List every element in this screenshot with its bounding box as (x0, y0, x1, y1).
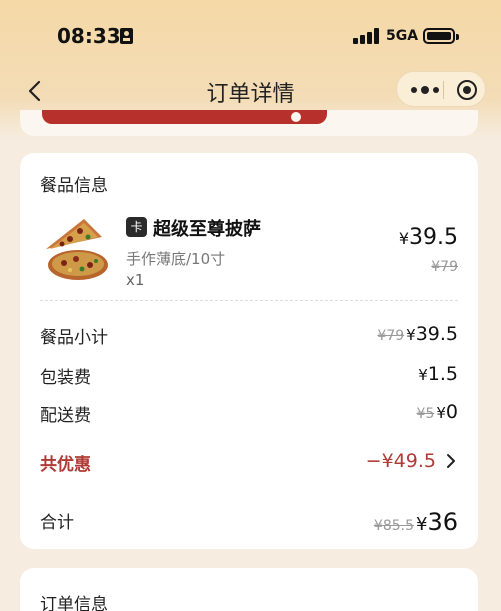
divider (40, 300, 458, 301)
total-value: ¥85.5 ¥36 (374, 508, 458, 536)
status-bar: 08:33 5GA (0, 0, 501, 72)
subtotal-amount: 39.5 (415, 323, 458, 345)
total-label: 合计 (40, 513, 74, 533)
subtotal-value: ¥79 ¥39.5 (377, 323, 458, 345)
total-amount: 36 (427, 508, 458, 536)
chevron-right-icon (447, 454, 455, 468)
delivery-value: ¥5 ¥0 (417, 401, 458, 423)
status-time: 08:33 (57, 24, 121, 48)
battery-icon (423, 28, 459, 44)
discount-value: −¥49.5 (365, 450, 436, 472)
id-card-icon (120, 28, 133, 44)
subtotal-label: 餐品小计 (40, 328, 108, 348)
delivery-original: ¥5 (416, 406, 435, 422)
item-spec: 手作薄底/10寸 (126, 250, 226, 268)
coupon-banner[interactable] (42, 110, 327, 124)
network-type: 5GA (386, 28, 419, 44)
currency-symbol: ¥ (436, 404, 446, 422)
total-original: ¥85.5 (373, 518, 414, 534)
delivery-amount: 0 (445, 401, 458, 423)
capsule-divider (443, 81, 444, 99)
mini-program-capsule (396, 71, 486, 107)
order-detail-card: 餐品信息 卡 超级至尊披萨 手作薄底/10寸 x1 ¥39.5 ¥79 餐品小计… (20, 153, 478, 549)
item-original-price: ¥79 (431, 259, 458, 275)
item-price-value: 39.5 (409, 225, 458, 250)
more-icon[interactable] (411, 86, 439, 94)
subtotal-row: 餐品小计 ¥79 ¥39.5 (40, 323, 458, 348)
packaging-amount: 1.5 (427, 363, 458, 385)
item-name: 超级至尊披萨 (153, 219, 261, 240)
card-badge: 卡 (126, 217, 147, 237)
subtotal-original: ¥79 (377, 328, 405, 344)
currency-symbol: ¥ (398, 229, 410, 248)
coupon-card (20, 110, 478, 136)
currency-symbol: ¥ (418, 366, 428, 384)
discount-row[interactable]: 共优惠 −¥49.5 (40, 450, 458, 475)
item-quantity: x1 (126, 271, 145, 289)
item-price: ¥39.5 (399, 225, 458, 250)
pizza-image (46, 219, 108, 280)
order-info-title: 订单信息 (40, 595, 108, 611)
signal-icon (353, 28, 381, 44)
packaging-label: 包装费 (40, 368, 91, 388)
order-info-card: 订单信息 (20, 568, 478, 611)
food-section-title: 餐品信息 (40, 176, 108, 196)
packaging-row: 包装费 ¥1.5 (40, 363, 458, 388)
total-row: 合计 ¥85.5 ¥36 (40, 508, 458, 536)
discount-label: 共优惠 (40, 455, 91, 475)
currency-symbol: ¥ (416, 514, 428, 535)
delivery-row: 配送费 ¥5 ¥0 (40, 401, 458, 426)
packaging-value: ¥1.5 (418, 363, 458, 385)
delivery-label: 配送费 (40, 406, 91, 426)
close-target-icon[interactable] (457, 80, 477, 100)
currency-symbol: ¥ (406, 326, 416, 344)
